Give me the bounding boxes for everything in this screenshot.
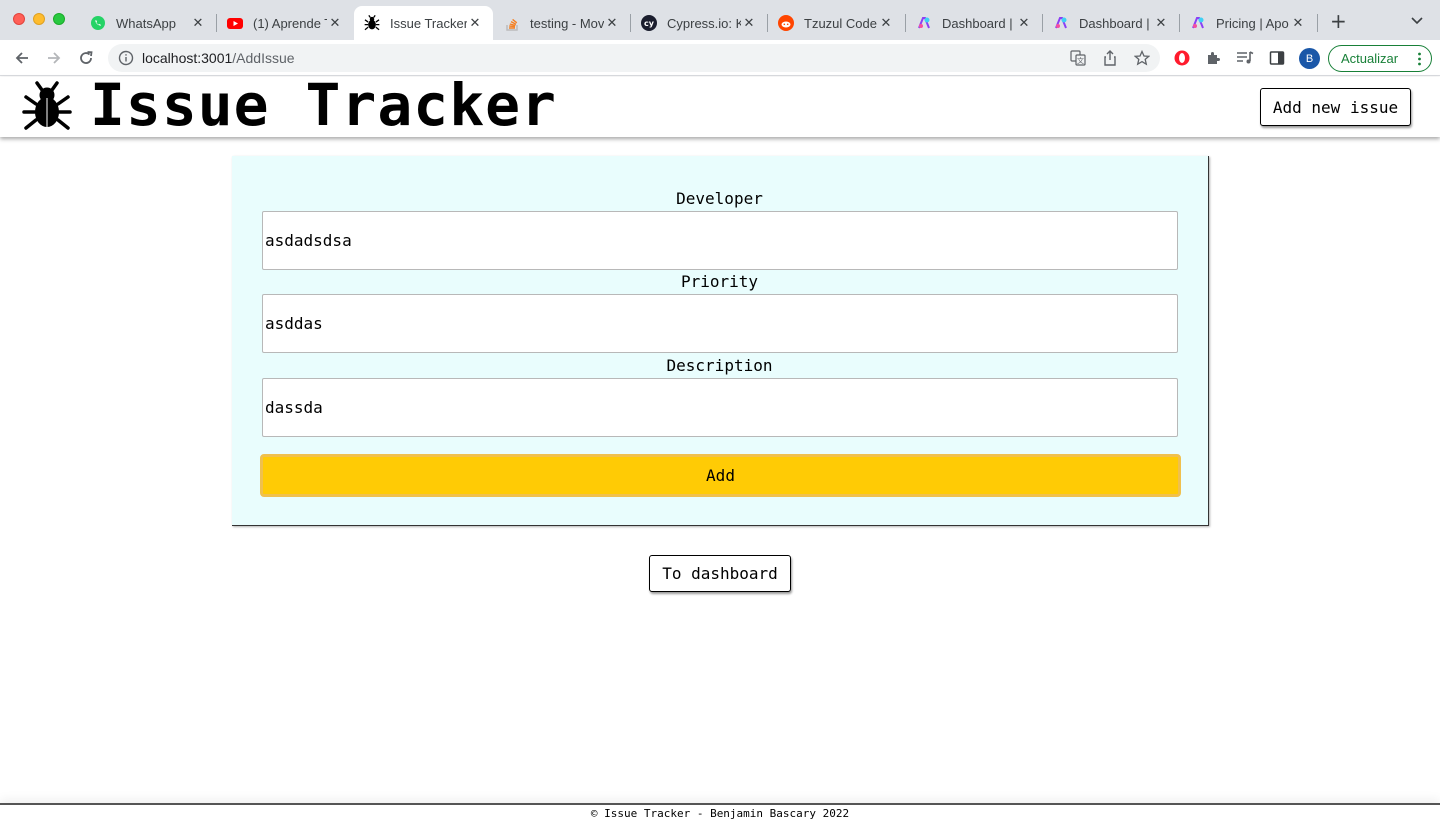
browser-tab[interactable]: Tzuzul Code ✕ [768, 6, 904, 40]
browser-tab[interactable]: cy Cypress.io: K ✕ [631, 6, 767, 40]
whatsapp-icon [90, 15, 106, 31]
close-icon[interactable]: ✕ [327, 15, 343, 31]
close-icon[interactable]: ✕ [741, 15, 757, 31]
bug-icon [22, 81, 72, 131]
tab-title: (1) Aprende T [253, 15, 327, 31]
add-button[interactable]: Add [260, 454, 1181, 497]
developer-input[interactable] [262, 211, 1178, 270]
share-icon[interactable] [1102, 50, 1118, 66]
window-minimize-button[interactable] [33, 13, 45, 25]
media-control-icon[interactable] [1236, 49, 1254, 67]
tab-title: Pricing | Apo [1216, 15, 1289, 31]
close-icon[interactable]: ✕ [467, 15, 483, 31]
browser-tab-active[interactable]: Issue Tracker ✕ [354, 6, 493, 40]
update-button[interactable]: Actualizar [1328, 45, 1432, 72]
url-path: /AddIssue [232, 50, 295, 66]
svg-text:cy: cy [644, 19, 655, 28]
forward-arrow-icon[interactable] [44, 48, 64, 68]
close-icon[interactable]: ✕ [1016, 15, 1032, 31]
add-issue-form: Developer Priority Description Add [232, 156, 1209, 526]
close-icon[interactable]: ✕ [1290, 15, 1306, 31]
tab-separator [1317, 14, 1318, 32]
translate-icon[interactable]: 文 [1070, 50, 1086, 66]
browser-tab-strip: WhatsApp ✕ (1) Aprende T ✕ Issue Tracker… [0, 0, 1440, 40]
tab-title: Dashboard | [942, 15, 1013, 31]
window-zoom-button[interactable] [53, 13, 65, 25]
priority-input[interactable] [262, 294, 1178, 353]
opera-extension-icon[interactable] [1173, 49, 1191, 67]
app-title: Issue Tracker [90, 71, 557, 139]
browser-tab[interactable]: Dashboard | ✕ [1043, 6, 1179, 40]
tab-title: WhatsApp [116, 15, 176, 31]
svg-text:文: 文 [1077, 56, 1084, 65]
apollo-icon [1053, 15, 1069, 31]
tab-title: Tzuzul Code [804, 15, 877, 31]
browser-tab[interactable]: (1) Aprende T ✕ [217, 6, 353, 40]
footer-text: © Issue Tracker - Benjamin Bascary 2022 [590, 807, 850, 820]
chevron-down-icon[interactable] [1410, 12, 1424, 26]
close-icon[interactable]: ✕ [190, 15, 206, 31]
tab-title: Issue Tracker [390, 15, 467, 31]
apollo-icon [1190, 15, 1206, 31]
info-icon[interactable] [118, 50, 134, 66]
close-icon[interactable]: ✕ [604, 15, 620, 31]
window-close-button[interactable] [13, 13, 25, 25]
update-button-label: Actualizar [1341, 51, 1399, 66]
apollo-icon [916, 15, 932, 31]
back-arrow-icon[interactable] [12, 48, 32, 68]
tab-title: Dashboard | [1079, 15, 1150, 31]
description-input[interactable] [262, 378, 1178, 437]
reload-icon[interactable] [76, 48, 96, 68]
url-text: localhost:3001/AddIssue [142, 50, 295, 66]
browser-tab[interactable]: WhatsApp ✕ [80, 6, 216, 40]
close-icon[interactable]: ✕ [878, 15, 894, 31]
app-header: Issue Tracker Add new issue [0, 71, 1440, 139]
description-label: Description [666, 356, 773, 375]
profile-avatar[interactable]: B [1299, 48, 1320, 69]
extensions-puzzle-icon[interactable] [1205, 49, 1223, 67]
bug-icon [364, 15, 380, 31]
youtube-icon [227, 15, 243, 31]
side-panel-icon[interactable] [1268, 49, 1286, 67]
url-host: localhost:3001 [142, 50, 233, 66]
browser-tab[interactable]: Dashboard | ✕ [906, 6, 1042, 40]
priority-label: Priority [680, 272, 759, 291]
browser-tab[interactable]: Pricing | Apo ✕ [1180, 6, 1316, 40]
tab-title: testing - Mov [530, 15, 604, 31]
address-bar[interactable]: localhost:3001/AddIssue 文 [108, 44, 1160, 72]
reddit-icon [778, 15, 794, 31]
kebab-menu-icon[interactable] [1418, 52, 1421, 66]
browser-tab[interactable]: testing - Mov ✕ [494, 6, 630, 40]
bookmark-star-icon[interactable] [1133, 49, 1151, 66]
add-new-issue-button[interactable]: Add new issue [1260, 88, 1411, 126]
to-dashboard-button[interactable]: To dashboard [649, 555, 791, 592]
footer: © Issue Tracker - Benjamin Bascary 2022 [0, 803, 1440, 822]
close-icon[interactable]: ✕ [1153, 15, 1169, 31]
stackoverflow-icon [504, 15, 520, 31]
new-tab-icon[interactable]: + [1330, 10, 1347, 32]
developer-label: Developer [676, 189, 763, 208]
tab-title: Cypress.io: K [667, 15, 741, 31]
cypress-icon: cy [641, 15, 657, 31]
